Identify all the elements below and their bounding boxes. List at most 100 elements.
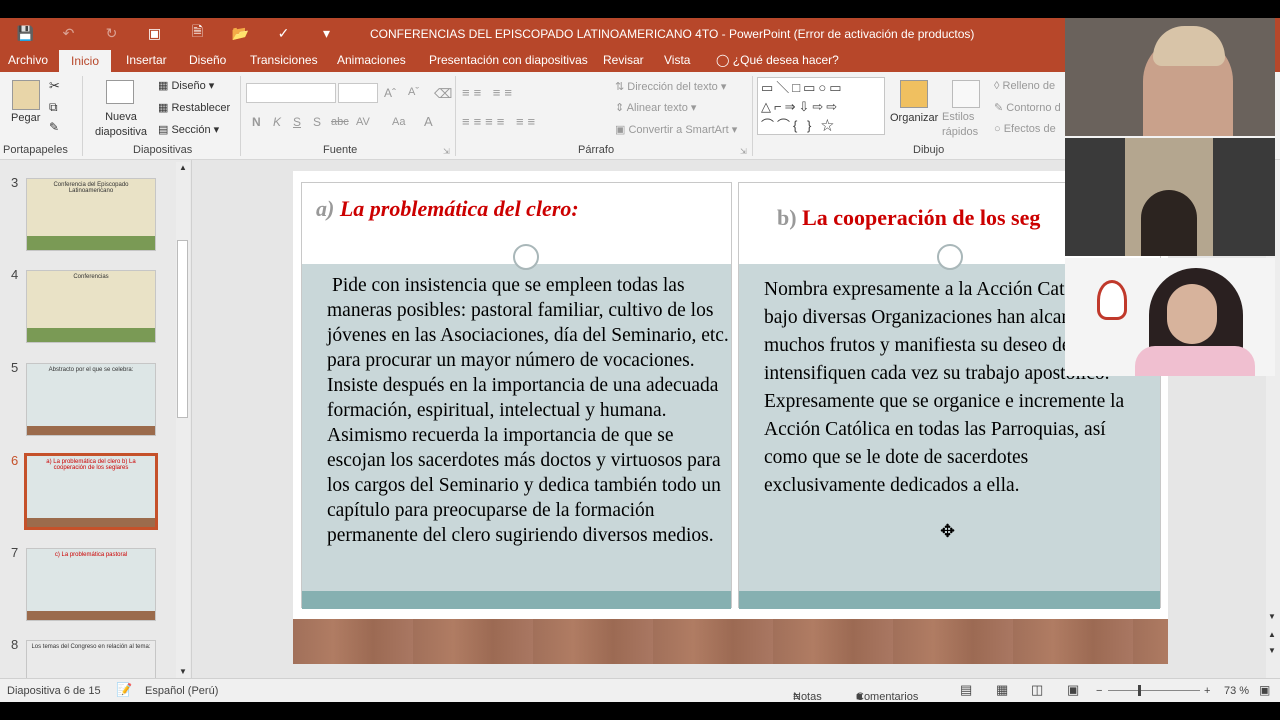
italic-button[interactable]: K	[273, 115, 281, 129]
arrange-button[interactable]: Organizar	[890, 112, 938, 124]
tab-vista[interactable]: Vista	[664, 53, 690, 67]
slide-heading-right[interactable]: b) La cooperación de los seg	[777, 205, 1040, 231]
zoom-level[interactable]: 73 %	[1224, 685, 1249, 697]
tab-revisar[interactable]: Revisar	[603, 53, 644, 67]
circle-connector	[513, 244, 539, 270]
shadow-button[interactable]: S	[313, 115, 321, 129]
grow-font-icon[interactable]: Aˆ	[384, 86, 396, 100]
slide-sorter-icon[interactable]: ▦	[996, 682, 1008, 698]
slide-heading-left[interactable]: a) La problemática del clero:	[316, 196, 579, 222]
tell-me-search[interactable]: ◯ ¿Qué desea hacer?	[716, 53, 839, 67]
zoom-slider-thumb[interactable]	[1138, 685, 1141, 696]
clear-format-icon[interactable]: ⌫	[434, 86, 452, 102]
scroll-down-icon[interactable]: ▼	[1268, 612, 1276, 621]
format-painter-icon[interactable]: ✎	[49, 120, 59, 134]
ribbon-separator	[240, 76, 241, 156]
arrange-icon[interactable]	[900, 80, 928, 108]
font-color-button[interactable]: A	[424, 114, 433, 129]
video-tile-participant-2[interactable]	[1065, 138, 1275, 256]
slide-body-left[interactable]: Pide con insistencia que se empleen toda…	[327, 273, 735, 548]
text-direction-button[interactable]: ⇅ Dirección del texto ▾	[615, 80, 726, 93]
zoom-in-icon[interactable]: +	[1204, 685, 1210, 697]
save-icon[interactable]: 💾	[4, 25, 47, 42]
slide-thumbnail[interactable]: Conferencia del Episcopado Latinoamerica…	[26, 178, 156, 251]
pink-hoodie	[1135, 346, 1255, 376]
layout-icon: ▦	[158, 80, 169, 92]
face	[1167, 284, 1217, 344]
slide-number: 6	[11, 453, 19, 468]
next-slide-icon[interactable]: ▼	[1268, 646, 1276, 655]
section-button[interactable]: ▤ Sección ▾	[158, 123, 219, 136]
paste-button[interactable]: Pegar	[11, 112, 40, 124]
font-size-input[interactable]	[338, 83, 378, 103]
change-case-button[interactable]: Aa	[392, 116, 405, 128]
slide-thumbnail-selected[interactable]: a) La problemática del clero b) La coope…	[24, 453, 158, 530]
cut-icon[interactable]: ✂	[49, 78, 60, 94]
slideshow-view-icon[interactable]: ▣	[1067, 682, 1079, 698]
list-buttons-icon[interactable]: ≡≡ ≡≡	[462, 85, 516, 100]
shrink-font-icon[interactable]: Aˇ	[408, 86, 419, 98]
group-label-drawing: Dibujo	[913, 144, 945, 156]
open-folder-icon[interactable]: 📂	[219, 25, 262, 42]
zoom-slider[interactable]	[1108, 690, 1200, 691]
tab-presentacion[interactable]: Presentación con diapositivas	[429, 53, 588, 67]
underline-button[interactable]: S	[293, 115, 301, 129]
tab-diseno[interactable]: Diseño	[189, 53, 226, 67]
tab-inicio[interactable]: Inicio	[59, 50, 112, 72]
fit-to-window-icon[interactable]: ▣	[1259, 683, 1270, 697]
accessibility-icon[interactable]: 📝	[116, 682, 132, 698]
copy-icon[interactable]: ⧉	[49, 100, 58, 115]
normal-view-icon[interactable]: ▤	[960, 682, 972, 698]
quick-styles-button[interactable]: Estilos rápidos	[942, 110, 992, 140]
undo-icon[interactable]: ↶	[47, 25, 90, 42]
tab-animaciones[interactable]: Animaciones	[337, 53, 406, 67]
new-slide-icon[interactable]	[106, 80, 134, 104]
slide-number: 3	[11, 175, 19, 190]
quick-styles-icon[interactable]	[952, 80, 980, 108]
shape-fill-button[interactable]: ◊ Relleno de	[994, 80, 1055, 92]
video-tile-participant-3[interactable]	[1065, 258, 1275, 376]
bold-button[interactable]: N	[252, 115, 261, 129]
new-slide-button[interactable]: Nueva diapositiva	[90, 110, 152, 140]
paste-icon[interactable]	[12, 80, 40, 110]
font-dialog-launcher-icon[interactable]: ⇲	[443, 147, 450, 156]
tab-archivo[interactable]: Archivo	[8, 53, 48, 67]
thumbnail-scroll-thumb[interactable]	[177, 240, 188, 418]
scroll-up-icon[interactable]: ▲	[179, 163, 187, 172]
align-buttons-icon[interactable]: ≡≡≡≡ ≡≡	[462, 114, 539, 129]
slide-thumbnail[interactable]: Abstracto por el que se celebra:	[26, 363, 156, 436]
slide-thumbnail[interactable]: c) La problemática pastoral	[26, 548, 156, 621]
shapes-gallery[interactable]: ▭＼□▭○▭ △⌐⇒⇩⇨⇨ ⌒⌒{ } ☆	[757, 77, 885, 135]
reset-icon: ▦	[158, 102, 169, 114]
new-file-icon[interactable]: 🗎	[176, 21, 219, 45]
tab-insertar[interactable]: Insertar	[126, 53, 167, 67]
scroll-down-icon[interactable]: ▼	[179, 667, 187, 676]
prev-slide-icon[interactable]: ▲	[1268, 630, 1276, 639]
reading-view-icon[interactable]: ◫	[1031, 682, 1043, 698]
layout-button[interactable]: ▦ Diseño ▾	[158, 79, 214, 92]
video-tile-participant-1[interactable]	[1065, 18, 1275, 136]
pen-icon: ✎	[994, 102, 1004, 114]
char-spacing-button[interactable]: AV	[356, 116, 370, 128]
lightbulb-icon: ◯	[716, 53, 730, 67]
shape-effects-button[interactable]: ○ Efectos de	[994, 123, 1056, 135]
customize-qat-icon[interactable]: ▾	[305, 25, 348, 42]
redo-icon[interactable]: ↻	[90, 25, 133, 42]
slide-thumbnail[interactable]: Conferencias	[26, 270, 156, 343]
wood-floor-decoration	[293, 619, 1168, 664]
group-label-paragraph: Párrafo	[578, 144, 615, 156]
ribbon-separator	[455, 76, 456, 156]
tab-transiciones[interactable]: Transiciones	[250, 53, 318, 67]
zoom-out-icon[interactable]: −	[1096, 685, 1102, 697]
font-name-input[interactable]	[246, 83, 336, 103]
strikethrough-button[interactable]: abc	[331, 116, 349, 128]
shape-outline-button[interactable]: ✎ Contorno d	[994, 101, 1061, 114]
paragraph-dialog-launcher-icon[interactable]: ⇲	[740, 147, 747, 156]
reset-button[interactable]: ▦ Restablecer	[158, 101, 230, 114]
person-silhouette	[1141, 190, 1197, 256]
align-text-button[interactable]: ⇕ Alinear texto ▾	[615, 101, 696, 114]
language-indicator[interactable]: Español (Perú)	[145, 685, 218, 697]
spellcheck-icon[interactable]: ✓	[262, 25, 305, 42]
smartart-button[interactable]: ▣ Convertir a SmartArt ▾	[615, 123, 737, 136]
presentation-start-icon[interactable]: ▣	[133, 25, 176, 42]
